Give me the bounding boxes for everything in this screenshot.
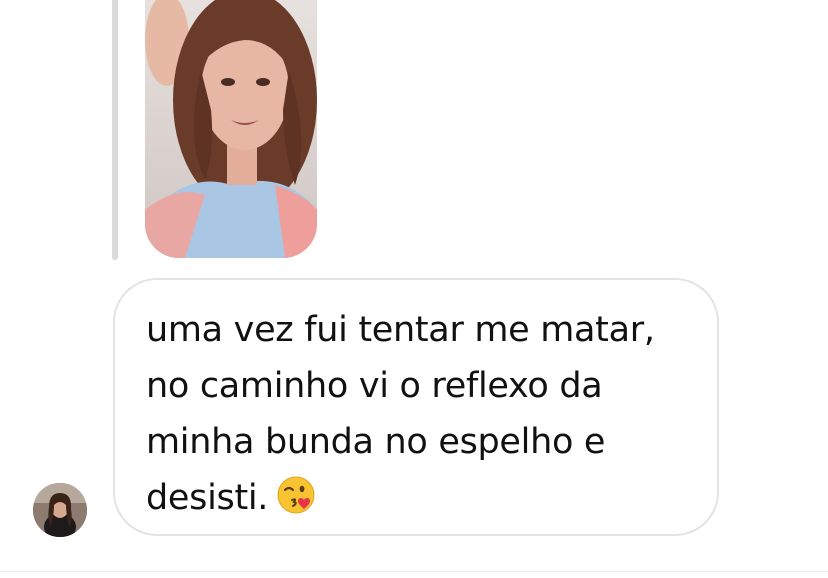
- sender-avatar[interactable]: [33, 483, 87, 537]
- incoming-message-bubble[interactable]: uma vez fui tentar me matar, no caminho …: [113, 278, 719, 536]
- message-body: uma vez fui tentar me matar, no caminho …: [146, 310, 655, 518]
- dm-conversation: uma vez fui tentar me matar, no caminho …: [0, 0, 828, 578]
- selfie-thumbnail-image: [145, 0, 317, 258]
- composer-divider: [0, 571, 828, 572]
- shared-media-thumbnail[interactable]: [145, 0, 317, 258]
- message-text: uma vez fui tentar me matar, no caminho …: [146, 302, 689, 532]
- reply-indicator-line: [112, 0, 118, 260]
- face-throwing-a-kiss-emoji-icon: [276, 475, 316, 532]
- sender-profile-photo-icon: [33, 483, 87, 537]
